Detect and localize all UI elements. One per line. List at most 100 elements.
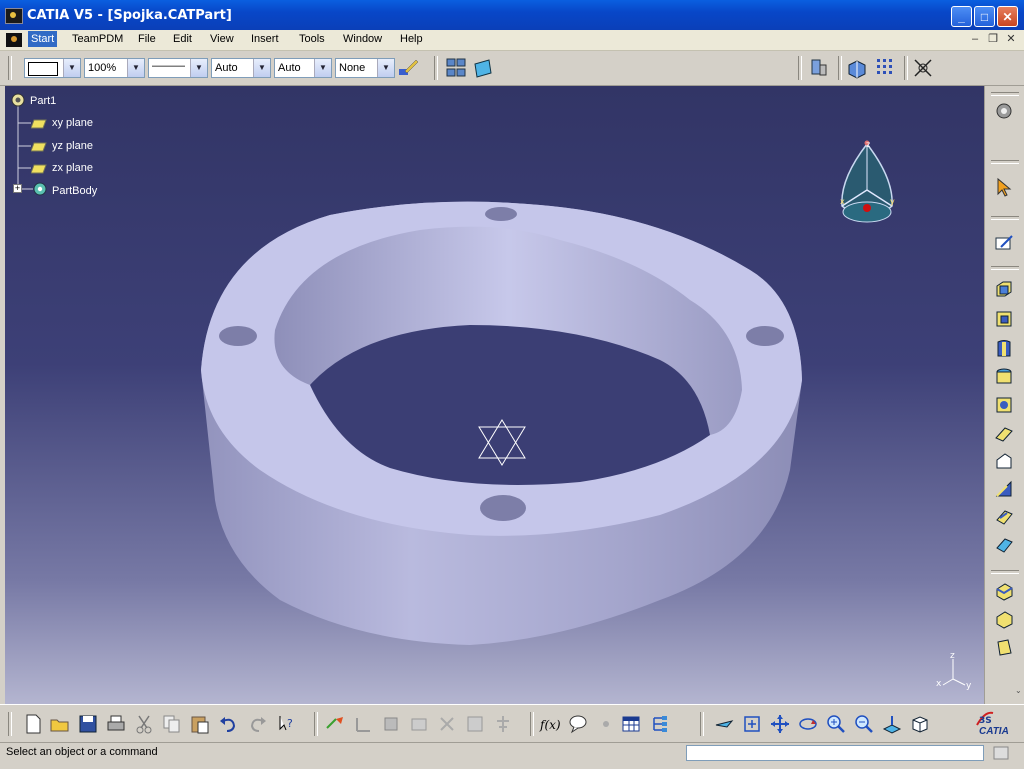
- expand-plus-icon[interactable]: +: [13, 184, 22, 193]
- catalog-icon[interactable]: [492, 713, 514, 735]
- geometric-set-icon[interactable]: [408, 713, 430, 735]
- bolt-hole[interactable]: [480, 495, 526, 521]
- open-folder-icon[interactable]: [49, 713, 71, 735]
- maximize-button[interactable]: □: [974, 6, 995, 27]
- point-combo[interactable]: Auto ▼: [274, 58, 332, 78]
- minimize-button[interactable]: _: [951, 6, 972, 27]
- chamfer-icon[interactable]: [993, 608, 1015, 630]
- toolbar-grip[interactable]: [8, 712, 12, 736]
- rotate-icon[interactable]: [797, 713, 819, 735]
- normal-view-icon[interactable]: [881, 713, 903, 735]
- redo-icon[interactable]: [247, 713, 269, 735]
- knowledge-icon[interactable]: [595, 713, 617, 735]
- gear-settings-icon[interactable]: [993, 100, 1015, 122]
- part-icon[interactable]: [9, 91, 27, 109]
- start-logo-icon[interactable]: [6, 33, 22, 47]
- fit-all-icon[interactable]: [741, 713, 763, 735]
- snap-icon[interactable]: [912, 57, 934, 79]
- layer-combo[interactable]: None ▼: [335, 58, 395, 78]
- thickness-combo[interactable]: Auto ▼: [211, 58, 271, 78]
- menu-start[interactable]: Start: [28, 31, 58, 47]
- doc-close-icon[interactable]: ✕: [1004, 33, 1018, 46]
- bolt-hole[interactable]: [746, 326, 784, 346]
- bolt-hole[interactable]: [485, 207, 517, 221]
- menu-file[interactable]: File: [138, 33, 156, 45]
- ordered-set-icon[interactable]: [436, 713, 458, 735]
- pad-icon[interactable]: [993, 278, 1015, 300]
- pan-icon[interactable]: [769, 713, 791, 735]
- doc-minimize-icon[interactable]: –: [968, 33, 982, 46]
- color-combo[interactable]: ▼: [24, 58, 81, 78]
- menu-tools[interactable]: Tools: [299, 33, 325, 45]
- whats-this-icon[interactable]: ?: [276, 713, 298, 735]
- grid-icon[interactable]: [875, 57, 897, 79]
- linetype-combo[interactable]: ——— ▼: [148, 58, 208, 78]
- zoom-out-icon[interactable]: [853, 713, 875, 735]
- undo-icon[interactable]: [217, 713, 239, 735]
- print-icon[interactable]: [105, 713, 127, 735]
- title-bar[interactable]: CATIA V5 - [Spojka.CATPart] _ □ ✕: [0, 0, 1024, 30]
- rib-icon[interactable]: [993, 422, 1015, 444]
- zoom-in-icon[interactable]: [825, 713, 847, 735]
- paste-icon[interactable]: [189, 713, 211, 735]
- toolbar-grip[interactable]: [991, 92, 1019, 96]
- bolt-hole[interactable]: [219, 326, 257, 346]
- pocket-icon[interactable]: [993, 308, 1015, 330]
- chevron-down-icon[interactable]: ▼: [314, 59, 331, 77]
- copy-icon[interactable]: [161, 713, 183, 735]
- hierarchy-icon[interactable]: [648, 713, 670, 735]
- command-input[interactable]: [686, 745, 984, 761]
- plane-icon[interactable]: [31, 163, 47, 175]
- plane-icon[interactable]: [472, 57, 494, 79]
- new-file-icon[interactable]: [22, 713, 44, 735]
- partbody-gear-icon[interactable]: [31, 181, 49, 197]
- table-icon[interactable]: [620, 713, 642, 735]
- tree-item-zx-plane[interactable]: zx plane: [52, 162, 93, 174]
- more-arrow-icon[interactable]: ⌄: [1015, 686, 1022, 695]
- chevron-down-icon[interactable]: ▼: [190, 59, 207, 77]
- measure-icon[interactable]: [808, 57, 830, 79]
- fly-mode-icon[interactable]: [713, 713, 735, 735]
- menu-edit[interactable]: Edit: [173, 33, 192, 45]
- plane-icon[interactable]: [31, 141, 47, 153]
- tree-item-xy-plane[interactable]: xy plane: [52, 117, 93, 129]
- compass-widget[interactable]: z x y: [830, 134, 905, 229]
- transparency-combo[interactable]: 100% ▼: [84, 58, 145, 78]
- close-button[interactable]: ✕: [997, 6, 1018, 27]
- painter-icon[interactable]: [397, 57, 419, 79]
- menu-teampdm[interactable]: TeamPDM: [72, 33, 123, 45]
- chevron-down-icon[interactable]: ▼: [253, 59, 270, 77]
- plane-icon[interactable]: [31, 118, 47, 130]
- stiffener-icon[interactable]: [993, 478, 1015, 500]
- tree-item-partbody[interactable]: PartBody: [52, 185, 97, 197]
- doc-restore-icon[interactable]: ❐: [986, 33, 1000, 46]
- menu-insert[interactable]: Insert: [251, 33, 279, 45]
- cut-icon[interactable]: [133, 713, 155, 735]
- catia-app-icon[interactable]: [5, 8, 23, 24]
- axis-system-icon[interactable]: [352, 713, 374, 735]
- chevron-down-icon[interactable]: ▼: [63, 59, 80, 77]
- comment-icon[interactable]: [567, 713, 589, 735]
- slot-icon[interactable]: [993, 450, 1015, 472]
- toolbar-grip[interactable]: [8, 56, 12, 80]
- draft-icon[interactable]: [993, 636, 1015, 658]
- formula-icon[interactable]: f(x): [539, 713, 561, 735]
- update-icon[interactable]: [324, 713, 346, 735]
- tree-item-yz-plane[interactable]: yz plane: [52, 140, 93, 152]
- save-icon[interactable]: [77, 713, 99, 735]
- body-icon[interactable]: [380, 713, 402, 735]
- hole-icon[interactable]: [993, 394, 1015, 416]
- 3d-viewport[interactable]: Part1 xy plane yz plane zx plane + PartB…: [5, 86, 984, 704]
- instantiate-icon[interactable]: [464, 713, 486, 735]
- multi-view-icon[interactable]: [445, 57, 467, 79]
- rendering-icon[interactable]: [846, 57, 868, 79]
- menu-help[interactable]: Help: [400, 33, 423, 45]
- chevron-down-icon[interactable]: ▼: [377, 59, 394, 77]
- fillet-icon[interactable]: [993, 580, 1015, 602]
- removed-multi-sections-icon[interactable]: [993, 534, 1015, 556]
- tree-item-part1[interactable]: Part1: [30, 95, 56, 107]
- command-input-icon[interactable]: [990, 745, 1012, 761]
- menu-window[interactable]: Window: [343, 33, 382, 45]
- select-arrow-icon[interactable]: [993, 176, 1015, 198]
- sketcher-icon[interactable]: [993, 232, 1015, 254]
